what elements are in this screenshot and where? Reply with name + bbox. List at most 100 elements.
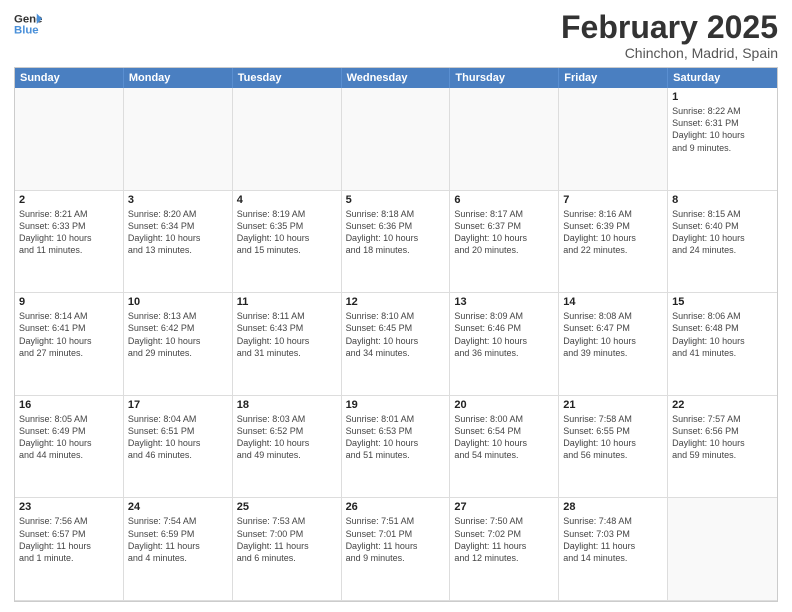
day-number: 22 <box>672 399 773 411</box>
day-number: 26 <box>346 501 446 513</box>
cal-cell <box>450 88 559 191</box>
cal-cell: 10 Sunrise: 8:13 AM Sunset: 6:42 PM Dayli… <box>124 293 233 396</box>
day-number: 24 <box>128 501 228 513</box>
cal-cell: 4 Sunrise: 8:19 AM Sunset: 6:35 PM Daylig… <box>233 191 342 294</box>
cal-cell: 13Sunrise: 8:09 AM Sunset: 6:46 PM Dayli… <box>450 293 559 396</box>
page: General Blue February 2025 Chinchon, Mad… <box>0 0 792 612</box>
cell-info: Sunrise: 7:51 AM Sunset: 7:01 PM Dayligh… <box>346 515 446 564</box>
cell-info: Sunrise: 8:10 AM Sunset: 6:45 PM Dayligh… <box>346 310 446 359</box>
day-number: 9 <box>19 296 119 308</box>
logo: General Blue <box>14 10 42 38</box>
cell-info: Sunrise: 8:17 AM Sunset: 6:37 PM Dayligh… <box>454 208 554 257</box>
day-number: 20 <box>454 399 554 411</box>
month-title: February 2025 <box>561 10 778 45</box>
cal-cell: 1 Sunrise: 8:22 AM Sunset: 6:31 PM Daylig… <box>668 88 777 191</box>
cal-cell: 17Sunrise: 8:04 AM Sunset: 6:51 PM Dayli… <box>124 396 233 499</box>
cal-header-cell: Thursday <box>450 68 559 88</box>
cell-info: Sunrise: 7:50 AM Sunset: 7:02 PM Dayligh… <box>454 515 554 564</box>
cal-cell: 7 Sunrise: 8:16 AM Sunset: 6:39 PM Daylig… <box>559 191 668 294</box>
cal-cell <box>559 88 668 191</box>
day-number: 17 <box>128 399 228 411</box>
cell-info: Sunrise: 7:53 AM Sunset: 7:00 PM Dayligh… <box>237 515 337 564</box>
cell-info: Sunrise: 7:58 AM Sunset: 6:55 PM Dayligh… <box>563 413 663 462</box>
cal-cell: 28 Sunrise: 7:48 AM Sunset: 7:03 PM Dayli… <box>559 498 668 601</box>
cal-cell: 11 Sunrise: 8:11 AM Sunset: 6:43 PM Dayli… <box>233 293 342 396</box>
cell-info: Sunrise: 8:21 AM Sunset: 6:33 PM Dayligh… <box>19 208 119 257</box>
cell-info: Sunrise: 8:05 AM Sunset: 6:49 PM Dayligh… <box>19 413 119 462</box>
cal-cell: 19 Sunrise: 8:01 AM Sunset: 6:53 PM Dayli… <box>342 396 451 499</box>
cal-cell <box>342 88 451 191</box>
cell-info: Sunrise: 8:13 AM Sunset: 6:42 PM Dayligh… <box>128 310 228 359</box>
cal-header-cell: Monday <box>124 68 233 88</box>
svg-text:Blue: Blue <box>14 25 39 37</box>
cell-info: Sunrise: 8:11 AM Sunset: 6:43 PM Dayligh… <box>237 310 337 359</box>
cal-cell: 23Sunrise: 7:56 AM Sunset: 6:57 PM Dayli… <box>15 498 124 601</box>
cell-info: Sunrise: 8:16 AM Sunset: 6:39 PM Dayligh… <box>563 208 663 257</box>
cell-info: Sunrise: 7:54 AM Sunset: 6:59 PM Dayligh… <box>128 515 228 564</box>
cal-cell: 21 Sunrise: 7:58 AM Sunset: 6:55 PM Dayli… <box>559 396 668 499</box>
cell-info: Sunrise: 8:14 AM Sunset: 6:41 PM Dayligh… <box>19 310 119 359</box>
cell-info: Sunrise: 8:19 AM Sunset: 6:35 PM Dayligh… <box>237 208 337 257</box>
day-number: 23 <box>19 501 119 513</box>
cal-cell: 8Sunrise: 8:15 AM Sunset: 6:40 PM Daylig… <box>668 191 777 294</box>
cal-cell: 5 Sunrise: 8:18 AM Sunset: 6:36 PM Daylig… <box>342 191 451 294</box>
cal-header-cell: Wednesday <box>342 68 451 88</box>
day-number: 6 <box>454 194 554 206</box>
cell-info: Sunrise: 8:03 AM Sunset: 6:52 PM Dayligh… <box>237 413 337 462</box>
day-number: 4 <box>237 194 337 206</box>
day-number: 15 <box>672 296 773 308</box>
cell-info: Sunrise: 8:08 AM Sunset: 6:47 PM Dayligh… <box>563 310 663 359</box>
cal-cell: 16 Sunrise: 8:05 AM Sunset: 6:49 PM Dayli… <box>15 396 124 499</box>
day-number: 21 <box>563 399 663 411</box>
cal-header-cell: Friday <box>559 68 668 88</box>
cell-info: Sunrise: 8:22 AM Sunset: 6:31 PM Dayligh… <box>672 105 773 154</box>
cell-info: Sunrise: 7:57 AM Sunset: 6:56 PM Dayligh… <box>672 413 773 462</box>
day-number: 5 <box>346 194 446 206</box>
cal-cell: 2 Sunrise: 8:21 AM Sunset: 6:33 PM Daylig… <box>15 191 124 294</box>
day-number: 11 <box>237 296 337 308</box>
cal-header-cell: Sunday <box>15 68 124 88</box>
day-number: 18 <box>237 399 337 411</box>
cal-header-cell: Saturday <box>668 68 777 88</box>
calendar-header: SundayMondayTuesdayWednesdayThursdayFrid… <box>15 68 777 88</box>
cal-cell: 9 Sunrise: 8:14 AM Sunset: 6:41 PM Daylig… <box>15 293 124 396</box>
day-number: 27 <box>454 501 554 513</box>
day-number: 2 <box>19 194 119 206</box>
cell-info: Sunrise: 8:00 AM Sunset: 6:54 PM Dayligh… <box>454 413 554 462</box>
cell-info: Sunrise: 7:48 AM Sunset: 7:03 PM Dayligh… <box>563 515 663 564</box>
cal-cell: 14 Sunrise: 8:08 AM Sunset: 6:47 PM Dayli… <box>559 293 668 396</box>
day-number: 19 <box>346 399 446 411</box>
day-number: 1 <box>672 91 773 103</box>
cal-cell: 3 Sunrise: 8:20 AM Sunset: 6:34 PM Daylig… <box>124 191 233 294</box>
cal-cell: 12 Sunrise: 8:10 AM Sunset: 6:45 PM Dayli… <box>342 293 451 396</box>
cal-cell <box>233 88 342 191</box>
day-number: 25 <box>237 501 337 513</box>
calendar-body: 1 Sunrise: 8:22 AM Sunset: 6:31 PM Daylig… <box>15 88 777 601</box>
day-number: 10 <box>128 296 228 308</box>
cell-info: Sunrise: 8:18 AM Sunset: 6:36 PM Dayligh… <box>346 208 446 257</box>
cell-info: Sunrise: 8:09 AM Sunset: 6:46 PM Dayligh… <box>454 310 554 359</box>
cal-cell: 15 Sunrise: 8:06 AM Sunset: 6:48 PM Dayli… <box>668 293 777 396</box>
day-number: 16 <box>19 399 119 411</box>
cal-cell: 25 Sunrise: 7:53 AM Sunset: 7:00 PM Dayli… <box>233 498 342 601</box>
cal-cell: 24 Sunrise: 7:54 AM Sunset: 6:59 PM Dayli… <box>124 498 233 601</box>
day-number: 7 <box>563 194 663 206</box>
day-number: 12 <box>346 296 446 308</box>
cal-cell <box>15 88 124 191</box>
day-number: 8 <box>672 194 773 206</box>
day-number: 14 <box>563 296 663 308</box>
cal-cell: 26 Sunrise: 7:51 AM Sunset: 7:01 PM Dayli… <box>342 498 451 601</box>
day-number: 3 <box>128 194 228 206</box>
cell-info: Sunrise: 8:20 AM Sunset: 6:34 PM Dayligh… <box>128 208 228 257</box>
cell-info: Sunrise: 8:06 AM Sunset: 6:48 PM Dayligh… <box>672 310 773 359</box>
location: Chinchon, Madrid, Spain <box>561 45 778 61</box>
cell-info: Sunrise: 8:01 AM Sunset: 6:53 PM Dayligh… <box>346 413 446 462</box>
cal-cell <box>124 88 233 191</box>
day-number: 28 <box>563 501 663 513</box>
cal-header-cell: Tuesday <box>233 68 342 88</box>
calendar: SundayMondayTuesdayWednesdayThursdayFrid… <box>14 67 778 602</box>
cal-cell: 22 Sunrise: 7:57 AM Sunset: 6:56 PM Dayli… <box>668 396 777 499</box>
logo-icon: General Blue <box>14 10 42 38</box>
cal-cell: 18 Sunrise: 8:03 AM Sunset: 6:52 PM Dayli… <box>233 396 342 499</box>
cal-cell <box>668 498 777 601</box>
